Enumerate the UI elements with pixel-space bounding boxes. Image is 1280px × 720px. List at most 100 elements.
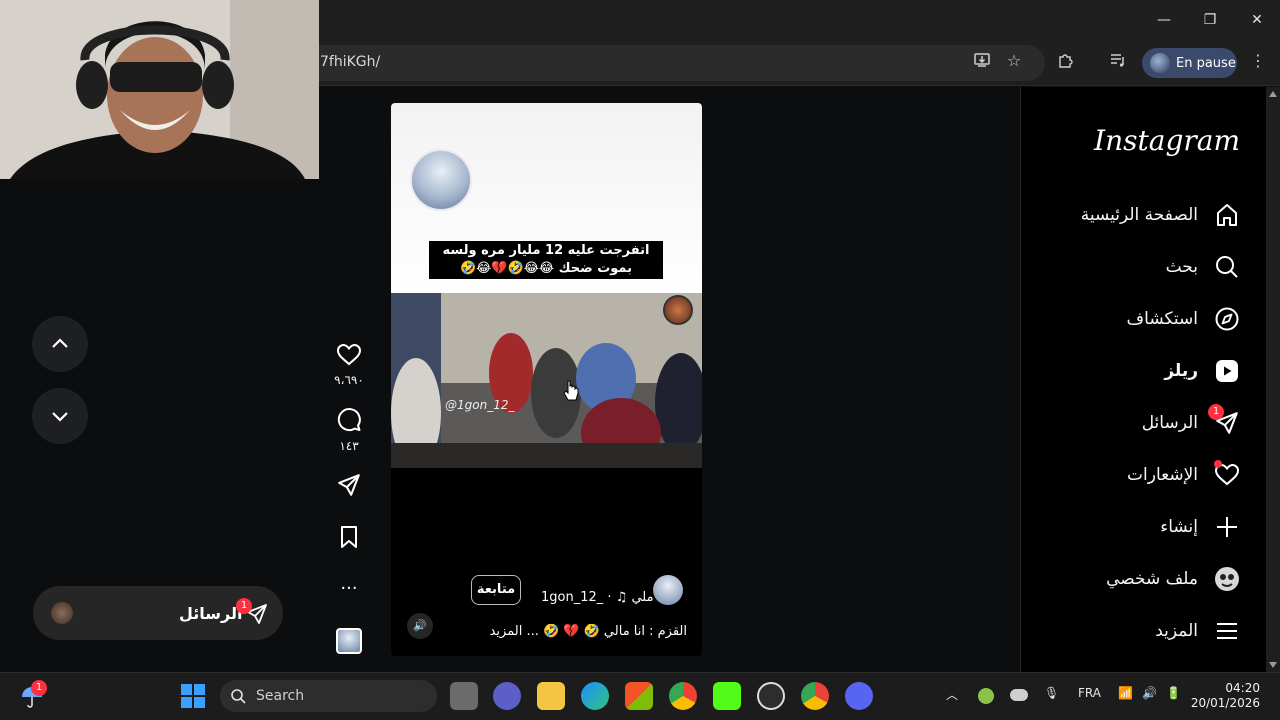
nav-label: ملف شخصي: [1106, 569, 1198, 589]
chrome-profile-icon[interactable]: [801, 682, 829, 710]
menu-icon: [1214, 618, 1240, 644]
file-explorer-icon[interactable]: [537, 682, 565, 710]
nav-label: بحث: [1165, 257, 1198, 277]
weather-widget[interactable]: 1: [18, 680, 47, 710]
sidebar-item-more[interactable]: المزيد: [1155, 611, 1240, 651]
comment-action[interactable]: ١٤٣: [332, 407, 366, 453]
task-view-icon[interactable]: [450, 682, 478, 710]
url-text[interactable]: 7fhiKGh/: [320, 54, 380, 70]
clock-time: 04:20: [1225, 681, 1260, 695]
compass-icon: [1214, 306, 1240, 332]
wifi-icon[interactable]: 📶: [1118, 686, 1133, 700]
extensions-icon[interactable]: [1053, 51, 1077, 75]
share-button[interactable]: [332, 472, 366, 502]
chevron-down-icon: [52, 412, 68, 422]
sidebar-item-messages[interactable]: الرسائل 1: [1142, 403, 1240, 443]
reel-frame-avatar: [410, 149, 472, 211]
more-options-icon[interactable]: ···: [332, 578, 366, 599]
kick-icon[interactable]: [713, 682, 741, 710]
reel-author-name[interactable]: 1gon_12_ · ♫ ملي: [541, 590, 654, 605]
store-icon[interactable]: [625, 682, 653, 710]
chevron-up-icon: [52, 338, 68, 348]
reel-author-avatar[interactable]: [653, 575, 683, 605]
heart-icon: [1214, 460, 1240, 488]
volume-icon[interactable]: 🔊: [407, 613, 433, 639]
instagram-logo[interactable]: Instagram: [1094, 124, 1240, 157]
notification-dot: [1214, 460, 1222, 468]
messages-pill[interactable]: الرسائل 1: [33, 586, 283, 640]
mouse-cursor-icon: [563, 380, 579, 402]
profile-chip[interactable]: En pause: [1142, 48, 1237, 78]
scroll-down-arrow[interactable]: [1269, 662, 1277, 668]
search-icon: [1214, 254, 1240, 280]
follow-button[interactable]: متابعة: [471, 575, 521, 605]
plus-icon: [1214, 514, 1240, 540]
reels-icon: [1214, 358, 1240, 384]
nav-label: استكشاف: [1126, 309, 1198, 329]
sidebar-item-home[interactable]: الصفحة الرئيسية: [1081, 195, 1240, 235]
onedrive-icon[interactable]: [1010, 689, 1028, 701]
reel-container[interactable]: اتفرجت عليه 12 مليار مره ولسه بموت ضحك 😂…: [391, 103, 702, 656]
tray-overflow-chevron-icon[interactable]: ︿: [946, 686, 958, 703]
tray-app-icon[interactable]: [978, 688, 994, 704]
sidebar-item-profile[interactable]: ملف شخصي: [1106, 559, 1240, 599]
avatar: [51, 602, 73, 624]
sidebar-item-reels[interactable]: ريلز: [1164, 351, 1240, 391]
discord-icon[interactable]: [845, 682, 873, 710]
close-button[interactable]: ✕: [1237, 8, 1277, 32]
comment-count: ١٤٣: [339, 439, 359, 453]
video-frame: [391, 293, 702, 468]
home-icon: [1214, 202, 1240, 228]
like-action[interactable]: ٩،٦٩٠: [332, 343, 366, 387]
webcam-overlay: [0, 0, 319, 179]
volume-icon[interactable]: 🔊: [1142, 686, 1157, 700]
install-app-icon[interactable]: [970, 51, 994, 75]
nav-label: المزيد: [1155, 621, 1198, 641]
nav-label: إنشاء: [1160, 517, 1198, 537]
edge-icon[interactable]: [581, 682, 609, 710]
nav-label: الرسائل: [1141, 413, 1198, 433]
sidebar-item-create[interactable]: إنشاء: [1160, 507, 1240, 547]
sidebar-item-explore[interactable]: استكشاف: [1127, 299, 1240, 339]
profile-avatar: [1150, 53, 1170, 73]
like-count: ٩،٦٩٠: [334, 373, 364, 387]
scroll-up-arrow[interactable]: [1269, 91, 1277, 97]
minimize-button[interactable]: —: [1144, 8, 1184, 32]
teams-icon[interactable]: [493, 682, 521, 710]
reel-caption-overlay: اتفرجت عليه 12 مليار مره ولسه بموت ضحك 😂…: [429, 241, 663, 279]
sidebar-item-notifications[interactable]: الإشعارات: [1127, 455, 1240, 495]
taskbar-search[interactable]: Search: [220, 680, 437, 712]
clock-date: 20/01/2026: [1190, 696, 1260, 710]
avatar-icon: [1214, 566, 1240, 592]
profile-status-label: En pause: [1176, 55, 1236, 71]
browser-menu-icon[interactable]: ⋮: [1246, 51, 1270, 75]
comment-icon: [337, 408, 361, 432]
nav-label: ريلز: [1164, 361, 1198, 381]
bookmark-star-icon[interactable]: ☆: [1002, 51, 1026, 75]
address-bar[interactable]: [300, 45, 1045, 81]
nav-label: الصفحة الرئيسية: [1080, 205, 1198, 225]
search-icon: [231, 689, 246, 704]
messages-pill-label: الرسائل: [179, 604, 243, 623]
previous-reel-button[interactable]: [32, 316, 88, 372]
media-controls-icon[interactable]: [1106, 51, 1130, 75]
windows-start-icon[interactable]: [180, 683, 206, 709]
chrome-icon[interactable]: [669, 682, 697, 710]
page-scrollbar[interactable]: [1266, 87, 1280, 672]
nav-label: الإشعارات: [1127, 465, 1198, 485]
sidebar-item-search[interactable]: بحث: [1166, 247, 1240, 287]
obs-icon[interactable]: [757, 682, 785, 710]
reel-caption[interactable]: القزم : انا مالي 🤣 💔 🤣 ... المزيد: [471, 624, 687, 639]
taskbar-clock[interactable]: 04:20 20/01/2026: [1191, 681, 1260, 711]
weather-badge: 1: [31, 680, 47, 696]
bookmark-icon: [341, 526, 357, 548]
microphone-icon[interactable]: 🎙: [1044, 686, 1059, 700]
reel-video[interactable]: @1gon_12_: [391, 293, 702, 468]
audio-thumbnail[interactable]: [336, 628, 362, 654]
channel-logo: [663, 295, 693, 325]
next-reel-button[interactable]: [32, 388, 88, 444]
restore-button[interactable]: ❐: [1190, 8, 1230, 32]
save-button[interactable]: [332, 524, 366, 554]
battery-icon[interactable]: 🔋: [1166, 686, 1181, 700]
keyboard-language[interactable]: FRA: [1078, 686, 1101, 700]
